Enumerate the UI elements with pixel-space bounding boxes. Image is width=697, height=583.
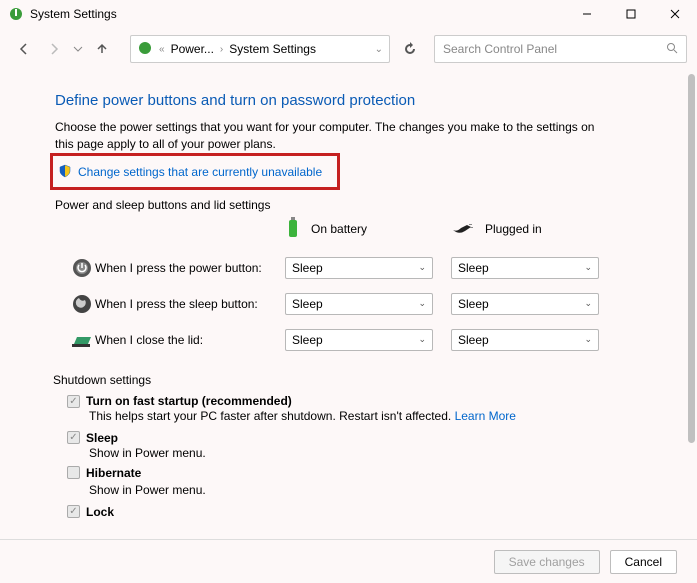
checkbox-fast-startup[interactable]: Turn on fast startup (recommended) [67, 394, 292, 408]
chevron-left-icon: « [159, 44, 165, 55]
select-power-plugged[interactable]: Sleep⌄ [451, 257, 599, 279]
titlebar: System Settings [0, 0, 697, 28]
shield-icon [58, 164, 72, 181]
row-power-button-label: When I press the power button: [95, 261, 285, 275]
chevron-down-icon: ⌄ [584, 334, 592, 345]
battery-icon [285, 216, 301, 243]
chevron-down-icon: ⌄ [418, 262, 426, 273]
minimize-button[interactable] [565, 0, 609, 28]
refresh-button[interactable] [396, 35, 424, 63]
search-placeholder: Search Control Panel [443, 42, 557, 56]
checkbox-sleep[interactable]: Sleep [67, 431, 118, 445]
cancel-button[interactable]: Cancel [610, 550, 677, 574]
recent-dropdown[interactable] [70, 35, 86, 63]
navbar: « Power... › System Settings ⌄ Search Co… [0, 28, 697, 70]
highlight-box: Change settings that are currently unava… [50, 153, 340, 190]
back-button[interactable] [10, 35, 38, 63]
fast-startup-desc: This helps start your PC faster after sh… [89, 409, 455, 423]
chevron-right-icon: › [220, 44, 223, 55]
search-box[interactable]: Search Control Panel [434, 35, 687, 63]
page-description: Choose the power settings that you want … [55, 119, 615, 153]
section-shutdown: Shutdown settings [53, 373, 657, 387]
breadcrumb-current[interactable]: System Settings [229, 42, 316, 56]
hibernate-label: Hibernate [86, 466, 141, 480]
select-power-battery[interactable]: Sleep⌄ [285, 257, 433, 279]
power-button-icon [69, 258, 95, 278]
select-lid-battery[interactable]: Sleep⌄ [285, 329, 433, 351]
row-close-lid: When I close the lid: Sleep⌄ Sleep⌄ [55, 329, 657, 351]
row-sleep-button-label: When I press the sleep button: [95, 297, 285, 311]
search-icon [666, 42, 678, 57]
learn-more-link[interactable]: Learn More [455, 409, 516, 423]
footer: Save changes Cancel [0, 539, 697, 583]
hibernate-desc: Show in Power menu. [67, 483, 657, 497]
laptop-lid-icon [69, 331, 95, 349]
chevron-down-icon: ⌄ [584, 298, 592, 309]
vertical-scrollbar[interactable] [688, 74, 695, 535]
change-settings-link[interactable]: Change settings that are currently unava… [78, 165, 322, 179]
row-sleep-button: When I press the sleep button: Sleep⌄ Sl… [55, 293, 657, 315]
forward-button[interactable] [40, 35, 68, 63]
address-dropdown-icon[interactable]: ⌄ [375, 44, 383, 55]
breadcrumb-parent[interactable]: Power... [171, 42, 214, 56]
up-button[interactable] [88, 35, 116, 63]
content-area: Define power buttons and turn on passwor… [0, 70, 687, 539]
checkbox-lock[interactable]: Lock [67, 505, 114, 519]
chevron-down-icon: ⌄ [418, 298, 426, 309]
maximize-button[interactable] [609, 0, 653, 28]
checkbox-hibernate[interactable]: Hibernate [67, 466, 141, 480]
fast-startup-label: Turn on fast startup (recommended) [86, 394, 292, 408]
plug-icon [451, 220, 475, 239]
page-heading: Define power buttons and turn on passwor… [55, 92, 657, 109]
close-button[interactable] [653, 0, 697, 28]
row-power-button: When I press the power button: Sleep⌄ Sl… [55, 257, 657, 279]
lock-label: Lock [86, 505, 114, 519]
save-changes-button[interactable]: Save changes [494, 550, 600, 574]
column-battery-label: On battery [311, 222, 367, 236]
chevron-down-icon: ⌄ [584, 262, 592, 273]
folder-icon [137, 40, 153, 59]
chevron-down-icon: ⌄ [418, 334, 426, 345]
sleep-label: Sleep [86, 431, 118, 445]
sleep-desc: Show in Power menu. [67, 446, 657, 460]
section-power-buttons: Power and sleep buttons and lid settings [55, 198, 657, 212]
window-title: System Settings [30, 7, 117, 21]
select-sleep-battery[interactable]: Sleep⌄ [285, 293, 433, 315]
row-close-lid-label: When I close the lid: [95, 333, 285, 347]
address-bar[interactable]: « Power... › System Settings ⌄ [130, 35, 390, 63]
column-plugged-label: Plugged in [485, 222, 542, 236]
sleep-button-icon [69, 294, 95, 314]
select-lid-plugged[interactable]: Sleep⌄ [451, 329, 599, 351]
select-sleep-plugged[interactable]: Sleep⌄ [451, 293, 599, 315]
app-icon [8, 6, 24, 22]
